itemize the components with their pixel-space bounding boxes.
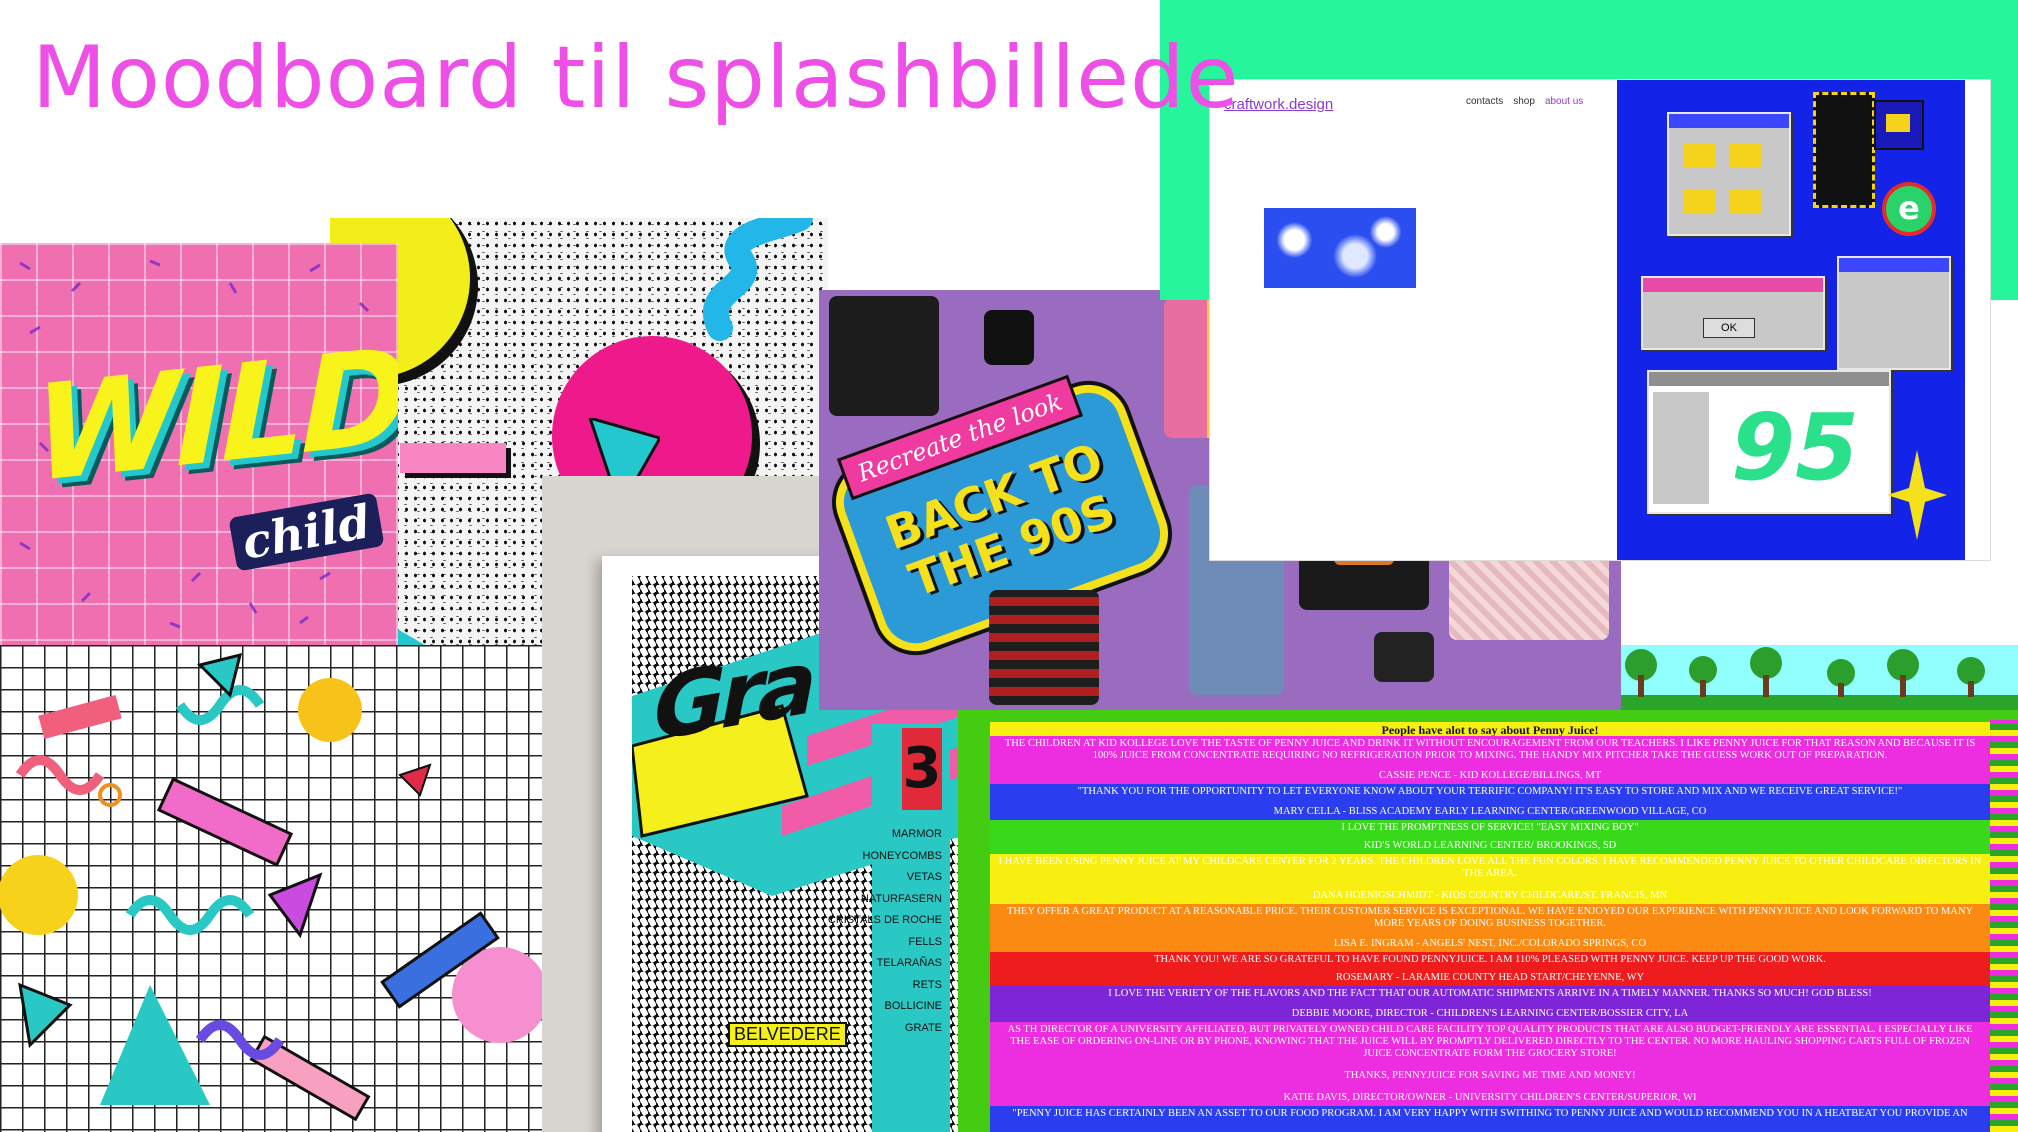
paint-canvas-number: 95 (1731, 394, 1860, 501)
magazine-contents-item: BOLLICINE (884, 1000, 942, 1012)
grid-pattern-image (0, 645, 548, 1132)
testimonial-text: I HAVE BEEN USING PENNY JUICE AT MY CHIL… (998, 856, 1982, 879)
magazine-contents-item: VETAS (906, 871, 942, 883)
wild-child-image: WILD child (0, 243, 398, 645)
penny-juice-testimonials: People have alot to say about Penny Juic… (990, 722, 1990, 1132)
mail-icon (1874, 100, 1924, 150)
testimonial-block: I HAVE BEEN USING PENNY JUICE AT MY CHIL… (990, 854, 1990, 904)
testimonial-author: DEBBIE MOORE, DIRECTOR - CHILDREN'S LEAR… (1291, 1008, 1689, 1019)
folder-window (1667, 112, 1791, 236)
testimonial-block: "PENNY JUICE HAS CERTAINLY BEEN AN ASSET… (990, 1106, 1990, 1132)
testimonial-author: ROSEMARY - LARAMIE COUNTY HEAD START/CHE… (1335, 972, 1645, 983)
magazine-contents-item: TELARAÑAS (876, 957, 942, 969)
testimonial-block: KATIE DAVIS, DIRECTOR/OWNER - UNIVERSITY… (990, 1084, 1990, 1106)
minesweeper-window (1837, 256, 1951, 370)
magazine-contents-item: RETS (912, 978, 942, 991)
testimonial-text: I LOVE THE PROMPTNESS OF SERVICE! "EASY … (1341, 822, 1639, 833)
cloud-image (1264, 208, 1416, 288)
testimonial-text: "THANK YOU FOR THE OPPORTUNITY TO LET EV… (1077, 786, 1903, 797)
dialog-ok-button[interactable]: OK (1703, 318, 1755, 338)
sneakers (1374, 632, 1434, 682)
testimonial-text: THEY OFFER A GREAT PRODUCT AT A REASONAB… (1006, 906, 1974, 929)
internet-explorer-icon: e (1882, 182, 1936, 236)
testimonial-text: THANK YOU! WE ARE SO GRATEFUL TO HAVE FO… (1154, 954, 1826, 965)
testimonial-author: KATIE DAVIS, DIRECTOR/OWNER - UNIVERSITY… (1283, 1092, 1697, 1103)
magazine-contents-item: MARMOR (891, 828, 942, 840)
testimonial-author: DANA HOENIGSCHMIDT - KIDS COUNTRY CHILDC… (1312, 890, 1668, 901)
testimonial-author: MARY CELLA - BLISS ACADEMY EARLY LEARNIN… (1273, 806, 1707, 817)
sparkle-icon (1887, 450, 1947, 540)
computer-icon (1813, 92, 1875, 208)
testimonial-text: I LOVE THE VERIETY OF THE FLAVORS AND TH… (1108, 988, 1872, 999)
testimonial-text: AS TH DIRECTOR OF A UNIVERSITY AFFILIATE… (1007, 1024, 1973, 1059)
testimonial-author: CASSIE PENCE - KID KOLLEGE/BILLINGS, MT (1378, 770, 1602, 781)
paint-toolbox (1653, 392, 1709, 504)
magazine-contents-item: CRISTALS DE ROCHE (827, 914, 942, 926)
craftwork-logo[interactable]: craftwork.design (1224, 96, 1333, 113)
wild-text: WILD (34, 319, 398, 513)
testimonial-block: THE CHILDREN AT KID KOLLEGE LOVE THE TAS… (990, 736, 1990, 784)
retro-desktop-illustration: e OK 95 (1617, 80, 1965, 560)
paint-window: 95 (1647, 370, 1891, 514)
testimonial-block: I LOVE THE PROMPTNESS OF SERVICE! "EASY … (990, 820, 1990, 854)
magazine-contents-item: HONEYCOMBS (862, 849, 942, 862)
magazine-contents-item: FELLS (908, 935, 942, 948)
testimonial-block: AS TH DIRECTOR OF A UNIVERSITY AFFILIATE… (990, 1022, 1990, 1084)
plaid-edge (1990, 720, 2018, 1132)
testimonial-block: "THANK YOU FOR THE OPPORTUNITY TO LET EV… (990, 784, 1990, 820)
testimonial-text: THE CHILDREN AT KID KOLLEGE LOVE THE TAS… (1004, 738, 1976, 761)
nav-about[interactable]: about us (1545, 96, 1583, 107)
magazine-contents-list: MARMOR HONEYCOMBS VETAS NATURFASERN CRISTALS… (742, 824, 942, 1039)
nav-shop[interactable]: shop (1513, 96, 1535, 107)
magazine-brand: BELVEDERE (728, 1022, 847, 1047)
testimonial-author: THANKS, PENNYJUICE FOR SAVING ME TIME AN… (1344, 1070, 1636, 1081)
craftwork-nav: contacts shop about us (1466, 96, 1583, 107)
testimonial-text: "PENNY JUICE HAS CERTAINLY BEEN AN ASSET… (1012, 1108, 1968, 1119)
magazine-contents-item: NATURFASERN (860, 892, 942, 905)
slide-title: Moodboard til splashbillede (32, 28, 1240, 128)
testimonial-block: I LOVE THE VERIETY OF THE FLAVORS AND TH… (990, 986, 1990, 1022)
pixel-trees-image (1621, 645, 2018, 710)
nav-contacts[interactable]: contacts (1466, 96, 1503, 107)
flannel-shirt (989, 590, 1099, 705)
leather-jacket (829, 296, 939, 416)
dialog-window: OK (1641, 276, 1825, 350)
testimonial-author: KID'S WORLD LEARNING CENTER/ BROOKINGS, … (1363, 840, 1617, 851)
magazine-issue-number: 3 (902, 728, 942, 810)
testimonial-author: LISA E. INGRAM - ANGELS' NEST, INC./COLO… (1333, 938, 1647, 949)
testimonial-block: THEY OFFER A GREAT PRODUCT AT A REASONAB… (990, 904, 1990, 952)
testimonial-block: THANK YOU! WE ARE SO GRATEFUL TO HAVE FO… (990, 952, 1990, 986)
boots (984, 310, 1034, 365)
